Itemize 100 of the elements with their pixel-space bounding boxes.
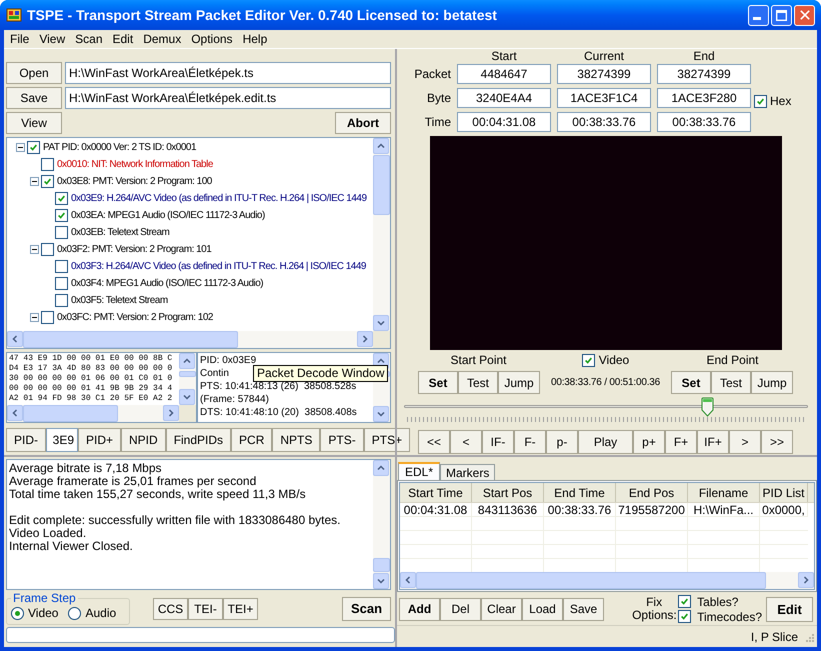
checkbox[interactable] <box>41 243 54 256</box>
edl-button[interactable]: Add <box>399 598 440 620</box>
checkbox[interactable] <box>678 610 692 623</box>
flag-button[interactable]: CCS <box>153 598 188 620</box>
tree-item[interactable]: 0x03E8: PMT: Version: 2 Program: 100 <box>57 174 212 189</box>
column-header[interactable]: End Pos <box>616 483 688 502</box>
menu-item[interactable]: Scan <box>70 30 108 48</box>
seek-slider[interactable] <box>404 397 808 417</box>
position-field[interactable]: 38274399 <box>557 64 651 84</box>
checkbox[interactable] <box>55 226 68 239</box>
tab[interactable]: EDL* <box>398 462 440 480</box>
radio-button[interactable] <box>11 606 24 620</box>
tree-item[interactable]: PAT PID: 0x0000 Ver: 2 TS ID: 0x0001 <box>43 140 196 155</box>
menu-item[interactable]: View <box>34 30 70 48</box>
pid-field[interactable]: 3E9 <box>46 428 78 452</box>
step-button[interactable]: IF+ <box>697 430 729 454</box>
checkbox[interactable] <box>678 595 692 608</box>
tree-item[interactable]: 0x0010: NIT: Network Information Table <box>57 157 213 172</box>
step-button[interactable]: < <box>450 430 482 454</box>
collapse-icon[interactable] <box>30 177 39 186</box>
point-button[interactable]: Set <box>418 371 458 394</box>
tree-item[interactable]: 0x03EB: Teletext Stream <box>71 225 170 240</box>
column-header[interactable]: End Time <box>544 483 616 502</box>
checkbox[interactable] <box>41 311 54 324</box>
pid-button[interactable]: PID+ <box>78 428 122 452</box>
step-button[interactable]: << <box>418 430 450 454</box>
position-field[interactable]: 00:38:33.76 <box>657 112 751 132</box>
scrollbar-thumb[interactable] <box>23 331 238 348</box>
open-button[interactable]: Open <box>6 62 62 84</box>
position-field[interactable]: 3240E4A4 <box>457 88 551 108</box>
maximize-button[interactable] <box>771 4 792 26</box>
tree-item[interactable]: 0x03FC: PMT: Version: 2 Program: 102 <box>57 310 213 325</box>
menu-item[interactable]: Demux <box>138 30 186 48</box>
collapse-icon[interactable] <box>30 313 39 322</box>
checkbox[interactable] <box>55 277 68 290</box>
tree-item[interactable]: 0x03F2: PMT: Version: 2 Program: 101 <box>57 242 212 257</box>
position-field[interactable]: 38274399 <box>657 64 751 84</box>
column-header[interactable]: PID List <box>760 483 808 502</box>
column-header[interactable]: Filename <box>688 483 760 502</box>
point-button[interactable]: Test <box>458 371 498 394</box>
horizontal-scrollbar[interactable] <box>7 405 179 422</box>
vertical-scrollbar[interactable] <box>373 138 390 331</box>
menu-item[interactable]: Help <box>238 30 272 48</box>
collapse-icon[interactable] <box>16 143 25 152</box>
checkbox[interactable] <box>55 294 68 307</box>
position-field[interactable]: 4484647 <box>457 64 551 84</box>
slider-thumb[interactable] <box>701 397 714 417</box>
step-button[interactable]: p- <box>546 430 578 454</box>
horizontal-scrollbar[interactable] <box>400 572 814 589</box>
abort-button[interactable]: Abort <box>335 112 391 134</box>
vertical-scrollbar[interactable] <box>179 353 196 405</box>
point-button[interactable]: Jump <box>751 371 793 394</box>
step-button[interactable]: F- <box>514 430 546 454</box>
radio-button[interactable] <box>68 606 82 620</box>
edl-button[interactable]: Save <box>563 598 604 620</box>
checkbox[interactable] <box>582 354 595 366</box>
minimize-button[interactable] <box>748 4 769 26</box>
menu-item[interactable]: Options <box>186 30 238 48</box>
tree-item[interactable]: 0x03F3: H.264/AVC Video (as defined in ITU-T Rec. H.264 | ISO/IEC 1449 <box>71 259 366 274</box>
checkbox[interactable] <box>55 192 68 205</box>
pid-button[interactable]: FindPIDs <box>166 428 232 452</box>
checkbox[interactable] <box>27 141 40 154</box>
flag-button[interactable]: TEI- <box>188 598 223 620</box>
edl-button[interactable]: Load <box>522 598 563 620</box>
save-button[interactable]: Save <box>6 87 62 109</box>
position-field[interactable]: 1ACE3F1C4 <box>557 88 651 108</box>
pid-button[interactable]: PCR <box>231 428 272 452</box>
view-button[interactable]: View <box>6 112 62 134</box>
step-button[interactable]: > <box>729 430 761 454</box>
horizontal-scrollbar[interactable] <box>7 331 373 348</box>
step-button[interactable]: IF- <box>482 430 514 454</box>
checkbox[interactable] <box>55 260 68 273</box>
position-field[interactable]: 00:38:33.76 <box>557 112 651 132</box>
tab[interactable]: Markers <box>440 464 496 480</box>
position-field[interactable]: 00:04:31.08 <box>457 112 551 132</box>
tree-item[interactable]: 0x03F4: MPEG1 Audio (ISO/IEC 11172-3 Audio) <box>71 276 264 291</box>
pid-button[interactable]: NPTS <box>272 428 320 452</box>
menu-item[interactable]: Edit <box>108 30 138 48</box>
vertical-scrollbar[interactable] <box>373 460 390 589</box>
path-field[interactable]: H:\WinFast WorkArea\Életképek.ts <box>65 62 391 84</box>
edl-button[interactable]: Del <box>440 598 481 620</box>
scrollbar-thumb[interactable] <box>23 405 118 422</box>
tree-item[interactable]: 0x03EA: MPEG1 Audio (ISO/IEC 11172-3 Audio) <box>71 208 265 223</box>
edl-button[interactable]: Clear <box>481 598 522 620</box>
scrollbar-thumb[interactable] <box>373 155 390 215</box>
step-button[interactable]: p+ <box>633 430 665 454</box>
scrollbar-thumb[interactable] <box>179 371 196 377</box>
flag-button[interactable]: TEI+ <box>223 598 258 620</box>
path-field[interactable]: H:\WinFast WorkArea\Életképek.edit.ts <box>65 87 391 109</box>
checkbox[interactable] <box>41 175 54 188</box>
position-field[interactable]: 1ACE3F280 <box>657 88 751 108</box>
checkbox[interactable] <box>41 158 54 171</box>
close-button[interactable] <box>794 4 815 26</box>
point-button[interactable]: Set <box>671 371 711 394</box>
column-header[interactable]: Start Pos <box>472 483 544 502</box>
point-button[interactable]: Test <box>711 371 751 394</box>
scrollbar-thumb[interactable] <box>416 572 766 589</box>
menu-item[interactable]: File <box>5 30 34 48</box>
point-button[interactable]: Jump <box>498 371 540 394</box>
checkbox[interactable] <box>754 94 767 108</box>
